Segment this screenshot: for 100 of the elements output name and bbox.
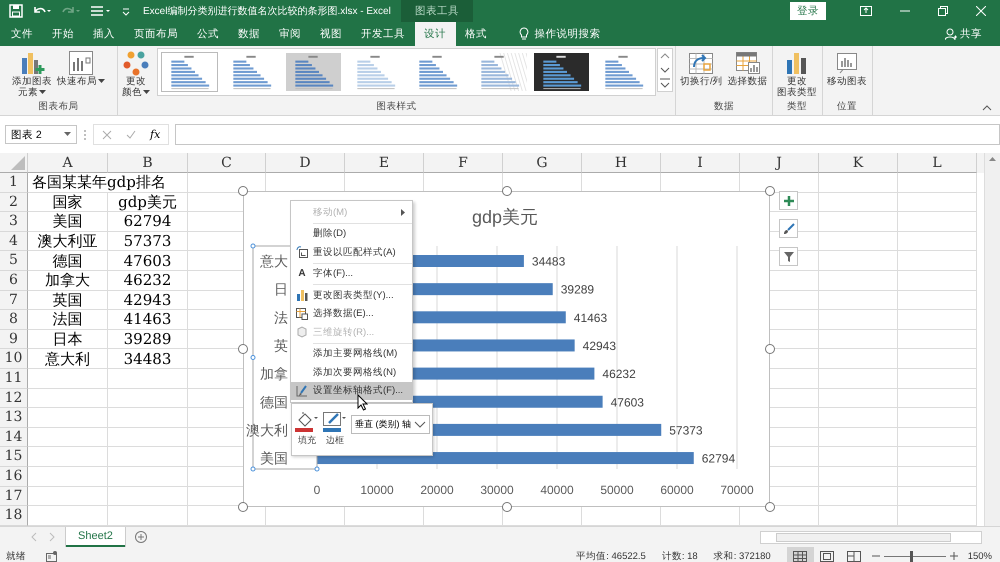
save-icon[interactable] xyxy=(9,4,23,18)
row-header[interactable]: 6 xyxy=(0,270,28,291)
macro-record-icon[interactable] xyxy=(46,550,58,562)
column-header[interactable]: L xyxy=(898,153,977,173)
row-header[interactable]: 1 xyxy=(0,173,28,193)
ribbon-button[interactable]: 选择数据 xyxy=(726,48,770,89)
ribbon-tab[interactable]: 公式 xyxy=(188,22,228,46)
column-header[interactable]: C xyxy=(188,153,266,173)
resize-handle[interactable] xyxy=(765,502,775,512)
column-header[interactable]: J xyxy=(740,153,819,173)
ribbon-button[interactable]: 添加图表 元素 xyxy=(10,48,54,100)
column-header[interactable]: H xyxy=(582,153,661,173)
menu-item[interactable]: 设置坐标轴格式(F)... xyxy=(291,382,412,400)
zoom-in-icon[interactable] xyxy=(950,552,958,560)
ribbon-tab[interactable]: 开发工具 xyxy=(352,22,414,46)
menu-item[interactable]: A 字体(F)... xyxy=(291,264,412,283)
column-header[interactable]: F xyxy=(424,153,503,173)
add-element-button[interactable] xyxy=(779,191,798,210)
column-header[interactable]: A xyxy=(28,153,108,173)
name-box[interactable]: 图表 2 xyxy=(5,125,77,144)
row-header[interactable]: 18 xyxy=(0,506,28,526)
vertical-scrollbar[interactable] xyxy=(984,153,1000,526)
ribbon-tab[interactable]: 文件 xyxy=(0,22,42,46)
ribbon-tab[interactable]: 插入 xyxy=(84,22,124,46)
ribbon-tab[interactable]: 数据 xyxy=(228,22,270,46)
resize-handle[interactable] xyxy=(765,186,775,196)
ribbon-display-icon[interactable] xyxy=(860,6,872,16)
row-header[interactable]: 7 xyxy=(0,290,28,310)
row-header[interactable]: 11 xyxy=(0,368,28,389)
resize-handle[interactable] xyxy=(238,344,248,354)
ribbon-button[interactable]: 更改 颜色 xyxy=(120,48,152,100)
menu-item[interactable]: 删除(D) xyxy=(291,224,412,243)
column-header[interactable]: D xyxy=(266,153,345,173)
caret-icon xyxy=(64,132,71,137)
cancel-icon[interactable] xyxy=(102,130,112,140)
chart-styles-button[interactable] xyxy=(779,219,798,238)
menu-item[interactable]: 添加主要网格线(M) xyxy=(291,344,412,363)
row-header[interactable]: 13 xyxy=(0,408,28,428)
restore-icon[interactable] xyxy=(938,6,948,16)
table-cell: 42943 xyxy=(108,290,188,310)
row-header[interactable]: 4 xyxy=(0,232,28,252)
sign-in-button[interactable]: 登录 xyxy=(790,2,826,20)
ribbon-tab[interactable]: 开始 xyxy=(42,22,84,46)
row-header[interactable]: 12 xyxy=(0,388,28,408)
menu-item[interactable]: 更改图表类型(Y)... xyxy=(291,286,412,304)
row-header[interactable]: 5 xyxy=(0,251,28,271)
normal-view-button[interactable] xyxy=(786,547,814,562)
chart-filters-button[interactable] xyxy=(779,247,798,266)
lightbulb-icon[interactable] xyxy=(518,27,528,41)
resize-handle[interactable] xyxy=(238,186,248,196)
chart-style-thumbnail[interactable] xyxy=(285,52,342,92)
column-header[interactable]: G xyxy=(503,153,582,173)
ribbon-button[interactable]: 切换行/列 xyxy=(678,48,725,89)
ribbon-button[interactable]: 移动图表 xyxy=(825,48,870,89)
filter-icon xyxy=(782,250,794,262)
horizontal-scrollbar[interactable] xyxy=(760,530,982,544)
close-icon[interactable] xyxy=(976,6,986,16)
chart-element-dropdown[interactable]: 垂直 (类别) 轴 xyxy=(351,415,430,434)
row-header[interactable]: 3 xyxy=(0,212,28,232)
row-header[interactable]: 10 xyxy=(0,349,28,369)
ribbon-tab[interactable]: 审阅 xyxy=(270,22,310,46)
formula-input[interactable] xyxy=(175,124,1000,145)
ribbon-button[interactable]: 快速布局 xyxy=(55,48,107,89)
column-header[interactable]: K xyxy=(819,153,898,173)
ribbon-tab[interactable]: 设计 xyxy=(414,22,456,46)
caret-icon xyxy=(39,90,46,95)
menu-item[interactable]: 选择数据(E)... xyxy=(291,304,412,323)
row-header[interactable]: 16 xyxy=(0,466,28,486)
add-sheet-icon[interactable] xyxy=(134,531,147,543)
menu-icon[interactable] xyxy=(90,4,112,18)
fill-button[interactable]: 填充 xyxy=(295,412,319,447)
row-header[interactable]: 8 xyxy=(0,310,28,330)
check-icon[interactable] xyxy=(126,130,136,140)
insert-function-button[interactable]: fx xyxy=(150,128,160,141)
ribbon-button[interactable]: 更改 图表类型 xyxy=(775,48,820,100)
column-header[interactable]: B xyxy=(108,153,188,173)
ribbon-tab[interactable]: 页面布局 xyxy=(124,22,188,46)
zoom-level[interactable]: 150% xyxy=(968,550,992,562)
menu-item[interactable]: 添加次要网格线(N) xyxy=(291,363,412,382)
row-header[interactable]: 17 xyxy=(0,486,28,506)
outline-button[interactable]: 边框 xyxy=(323,412,347,447)
column-header[interactable]: I xyxy=(661,153,740,173)
sheet-tab[interactable]: Sheet2 xyxy=(66,527,125,547)
chart-style-thumbnail[interactable] xyxy=(533,52,590,92)
ribbon-tab[interactable]: 格式 xyxy=(456,22,496,46)
ribbon-tab[interactable]: 视图 xyxy=(310,22,352,46)
resize-handle[interactable] xyxy=(765,344,775,354)
count-readout: 计数: 18 xyxy=(662,550,698,562)
menu-item[interactable]: 重设以匹配样式(A) xyxy=(291,243,412,262)
axis-tick-label: 0 xyxy=(314,483,320,497)
row-header[interactable]: 15 xyxy=(0,447,28,467)
share-button[interactable]: 共享 xyxy=(945,27,982,41)
row-header[interactable]: 14 xyxy=(0,428,28,448)
row-header[interactable]: 2 xyxy=(0,192,28,212)
chart-style-thumbnail[interactable] xyxy=(161,52,218,92)
collapse-ribbon-icon[interactable] xyxy=(982,105,992,111)
tell-me-field[interactable]: 操作说明搜索 xyxy=(534,27,600,41)
resize-handle[interactable] xyxy=(238,502,248,512)
column-header[interactable]: E xyxy=(345,153,424,173)
row-header[interactable]: 9 xyxy=(0,330,28,350)
